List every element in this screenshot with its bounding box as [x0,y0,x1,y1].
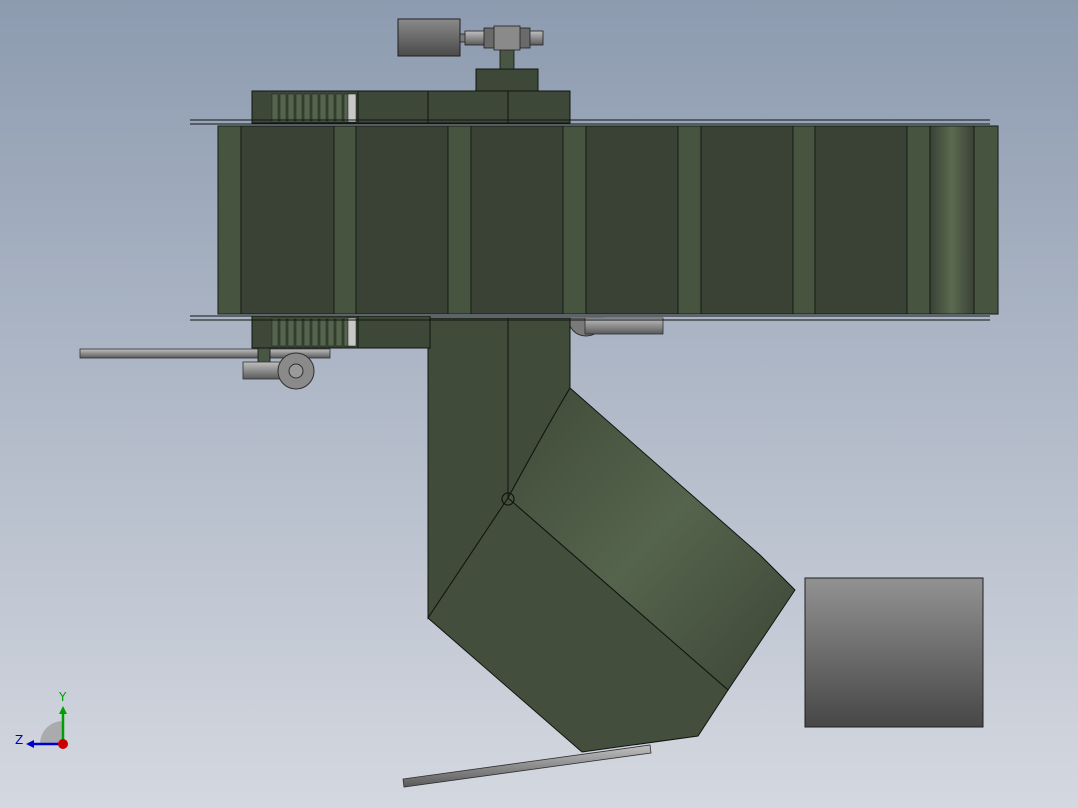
cad-viewport[interactable]: Y Z [0,0,1078,808]
belt-segment [470,125,564,315]
frame-clamp [347,93,357,123]
frame-roller [319,93,327,123]
frame-roller [295,317,303,347]
belt-segment [814,125,908,315]
frame-roller [311,317,319,347]
belt-segment [792,125,816,315]
axis-x-icon [58,739,68,749]
frame-roller [319,317,327,347]
belt-segment [447,125,472,315]
triad-label-y: Y [58,690,67,704]
frame-roller [271,93,279,123]
belt-segment [355,125,449,315]
frame-roller [303,93,311,123]
idler-pulley[interactable] [567,317,664,337]
belt-segment [585,125,679,315]
belt-segment [700,125,794,315]
frame-roller [295,93,303,123]
belt-segment [906,125,931,315]
frame-roller [287,93,295,123]
belt-segment [240,125,335,315]
conveyor-belt[interactable] [190,119,999,321]
frame-roller [279,317,287,347]
triad-label-z: Z [15,733,23,747]
frame-roller [279,93,287,123]
frame-clamp [347,317,357,347]
frame-roller [335,317,343,347]
belt-segment [973,125,999,315]
belt-segment [217,125,242,315]
frame-roller [271,317,279,347]
model-scene[interactable]: Y Z [0,0,1078,808]
collection-bin[interactable] [804,577,984,728]
frame-roller [335,93,343,123]
frame-roller [327,317,335,347]
belt-segment [333,125,357,315]
frame-roller [327,93,335,123]
belt-segment [562,125,587,315]
belt-segment [677,125,702,315]
frame-roller [287,317,295,347]
frame-roller [311,93,319,123]
frame-roller [303,317,311,347]
